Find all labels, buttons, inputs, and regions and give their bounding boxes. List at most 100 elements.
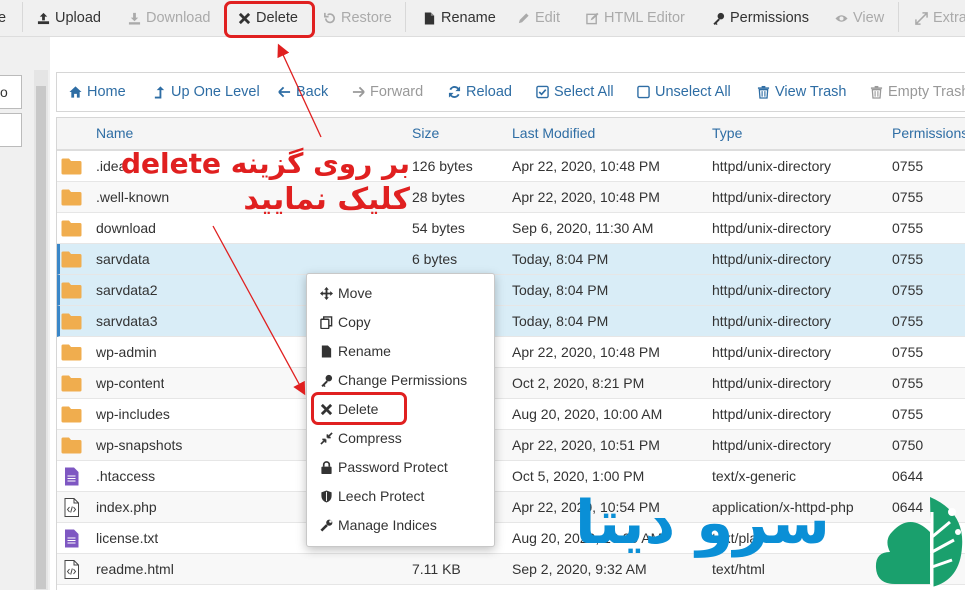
annotation-line-1: بر روی گزینه delete [121,147,410,180]
annotation-line-2: کلیک نمایید [243,182,410,217]
table-row[interactable]: sarvdata 6 bytes Today, 8:04 PM httpd/unix-… [57,244,965,275]
context-delete-highlight-box [311,392,407,425]
download-icon [128,11,141,25]
select-all-button[interactable]: Select All [536,73,614,111]
level-up-icon [153,85,166,99]
toolbar-separator [405,2,406,32]
context-menu-rename[interactable]: Rename [320,340,391,362]
empty-trash-button[interactable]: Empty Trash [870,73,965,111]
check-square-icon [536,85,549,99]
table-row[interactable]: sarvdata2 Today, 8:04 PM httpd/unix-direct… [57,275,965,306]
file-modified-cell: Oct 2, 2020, 8:21 PM [512,375,645,391]
table-row[interactable]: wp-content Oct 2, 2020, 8:21 PM httpd/unix… [57,368,965,399]
file-permissions-cell: 0755 [892,406,924,422]
table-row[interactable]: wp-admin Apr 22, 2020, 10:48 PM httpd/unix… [57,337,965,368]
table-row[interactable]: wp-snapshots Apr 22, 2020, 10:51 PM httpd/… [57,430,965,461]
file-permissions-cell: 0755 [892,313,924,329]
column-header-permissions[interactable]: Permissions [892,118,965,149]
file-size-cell: 7.11 KB [412,561,461,577]
context-menu-change-permissions-label: Change Permissions [338,372,468,388]
select-all-label: Select All [554,84,614,100]
file-type-cell: text/html [712,561,765,577]
delete-highlight-box [224,1,315,38]
context-menu-change-permissions[interactable]: Change Permissions [320,369,467,391]
column-header-last-modified[interactable]: Last Modified [512,118,595,149]
directory-input[interactable]: o [0,75,22,109]
trash-icon [757,85,770,99]
upload-button[interactable]: Upload [37,0,101,36]
key-icon [712,11,725,25]
eye-icon [835,11,848,25]
brand-logo-text: سرو دیتا [575,488,830,558]
file-name-cell: sarvdata [96,251,150,267]
column-header-type[interactable]: Type [712,118,742,149]
file-permissions-cell: 0755 [892,344,924,360]
refresh-icon [448,85,461,99]
context-menu-copy[interactable]: Copy [320,311,371,333]
html-editor-button[interactable]: HTML Editor [586,0,685,36]
file-name-cell: wp-admin [96,344,157,360]
file-permissions-cell: 0755 [892,158,924,174]
context-menu-leech-protect-label: Leech Protect [338,488,425,504]
file-modified-cell: Apr 22, 2020, 10:48 PM [512,189,660,205]
context-menu-move[interactable]: Move [320,282,372,304]
toolbar-separator [22,2,23,32]
column-header-size[interactable]: Size [412,118,439,149]
file-type-cell: httpd/unix-directory [712,220,832,236]
file-type-cell: httpd/unix-directory [712,282,832,298]
upload-label: Upload [55,10,101,26]
forward-button[interactable]: Forward [352,73,423,111]
up-one-level-button[interactable]: Up One Level [153,73,260,111]
home-label: Home [87,84,126,100]
file-modified-cell: Sep 6, 2020, 11:30 AM [512,220,654,236]
reload-button[interactable]: Reload [448,73,512,111]
table-row[interactable]: download 54 bytes Sep 6, 2020, 11:30 AM htt… [57,213,965,244]
table-row[interactable]: .well-known 28 bytes Apr 22, 2020, 10:48 P… [57,182,965,213]
restore-button[interactable]: Restore [323,0,392,36]
directory-tree-box[interactable] [0,113,22,147]
restore-icon [323,11,336,25]
home-button[interactable]: Home [69,73,126,111]
file-type-cell: httpd/unix-directory [712,251,832,267]
file-icon [320,344,333,358]
forward-label: Forward [370,84,424,100]
column-header-name[interactable]: Name [96,118,133,149]
file-permissions-cell: 0755 [892,251,924,267]
trash-icon [870,85,883,99]
key-icon [320,373,333,387]
pencil-icon [517,11,530,25]
file-name-cell: .well-known [96,189,170,205]
table-row[interactable]: readme.html 7.11 KB Sep 2, 2020, 9:32 AM te… [57,554,965,585]
context-menu-move-label: Move [338,285,373,301]
empty-trash-label: Empty Trash [888,84,965,100]
context-menu-leech-protect[interactable]: Leech Protect [320,485,424,507]
file-permissions-cell: 0644 [892,468,924,484]
file-manager-toolbar: e Upload Download Delete Restore Rename … [0,0,965,37]
back-label: Back [296,84,329,100]
back-button[interactable]: Back [278,73,328,111]
permissions-button[interactable]: Permissions [712,0,809,36]
table-row[interactable]: wp-includes Aug 20, 2020, 10:00 AM httpd/u… [57,399,965,430]
file-size-cell: 126 bytes [412,158,473,174]
arrow-left-icon [278,85,291,99]
toolbar-cut-button[interactable]: e [0,0,6,36]
download-button[interactable]: Download [128,0,211,36]
reload-label: Reload [466,84,512,100]
file-modified-cell: Apr 22, 2020, 10:51 PM [512,437,660,453]
shield-icon [320,489,333,503]
context-menu-password-protect[interactable]: Password Protect [320,456,448,478]
file-icon [423,11,436,25]
view-button[interactable]: View [835,0,884,36]
unselect-all-button[interactable]: Unselect All [637,73,731,111]
context-menu-manage-indices[interactable]: Manage Indices [320,514,437,536]
context-menu-manage-indices-label: Manage Indices [338,517,437,533]
extract-button[interactable]: Extract [915,0,965,36]
left-scrollbar-thumb[interactable] [36,86,46,589]
context-menu-compress[interactable]: Compress [320,427,402,449]
view-trash-button[interactable]: View Trash [757,73,846,111]
table-row[interactable]: sarvdata3 Today, 8:04 PM httpd/unix-direct… [57,306,965,337]
file-name-cell: license.txt [96,530,159,546]
edit-button[interactable]: Edit [517,0,560,36]
rename-button[interactable]: Rename [423,0,496,36]
lock-icon [320,460,333,474]
